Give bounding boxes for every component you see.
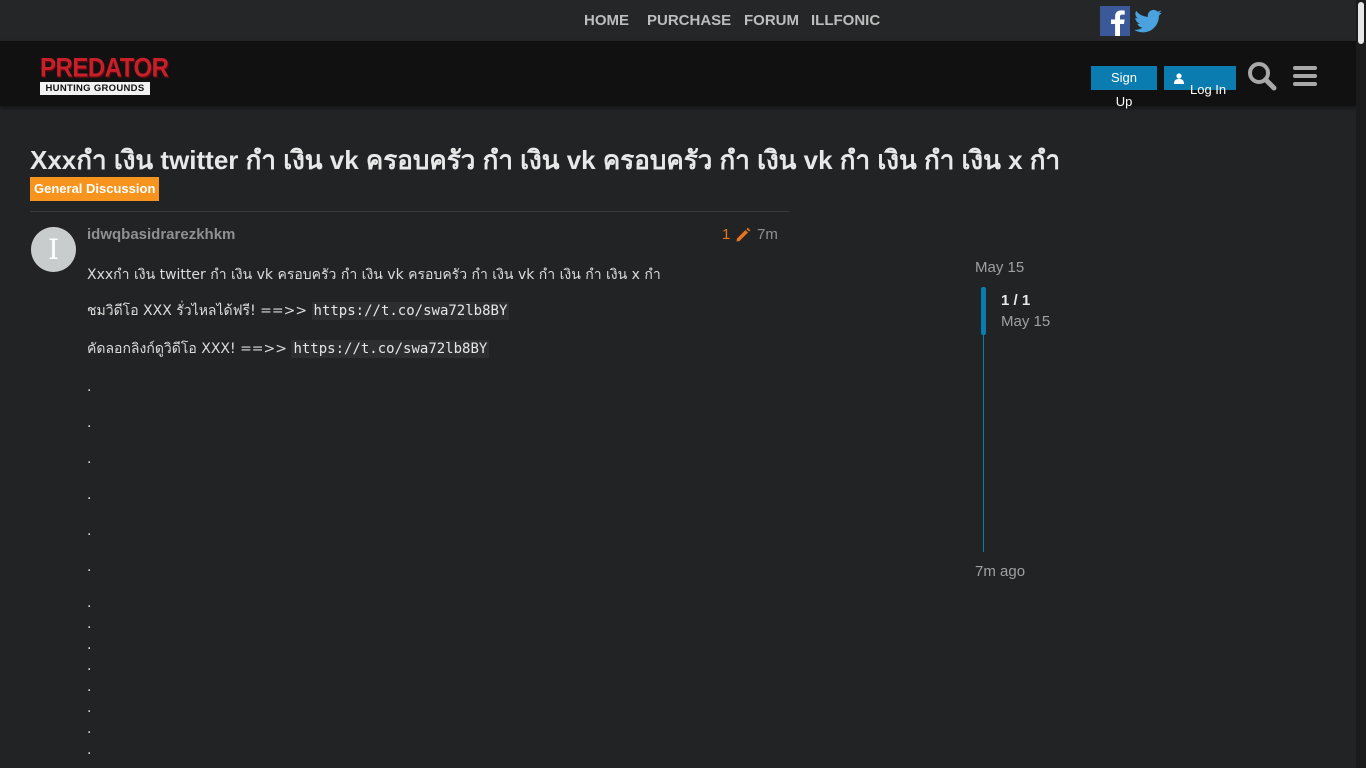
edit-history[interactable]: 1	[722, 226, 751, 243]
timeline-handle[interactable]	[981, 287, 986, 335]
scrollbar-track[interactable]	[1356, 0, 1366, 768]
post-dot: .	[87, 451, 92, 467]
post-dot: .	[87, 523, 92, 539]
pencil-icon	[736, 227, 751, 242]
post-dot: .	[87, 658, 92, 674]
post-line-3-text: คัดลอกลิงก์ดูวิดีโอ XXX! ==>>	[87, 341, 292, 357]
post-username[interactable]: idwqbasidrarezkhkm	[87, 226, 235, 243]
divider	[30, 211, 789, 212]
post-line-1: Xxxกำ เงิน twitter กำ เงิน vk ครอบครัว ก…	[87, 267, 661, 283]
user-icon	[1174, 73, 1184, 84]
log-in-label: Log In	[1190, 82, 1227, 97]
nav-link-purchase[interactable]: PURCHASE	[647, 12, 731, 29]
post-dot: .	[87, 679, 92, 695]
post-line-2: ชมวิดีโอ XXX รั่วไหลได้ฟรี! ==>> https:/…	[87, 300, 510, 322]
scrollbar-thumb[interactable]	[1358, 2, 1364, 44]
avatar[interactable]: I	[31, 227, 76, 272]
post-dot: .	[87, 616, 92, 632]
post-age[interactable]: 7m	[757, 226, 778, 243]
post-dot: .	[87, 415, 92, 431]
top-nav-bar: HOME PURCHASE FORUM ILLFONIC	[0, 0, 1356, 41]
nav-link-home[interactable]: HOME	[584, 12, 629, 29]
post-dot: .	[87, 379, 92, 395]
timeline-start-date[interactable]: May 15	[975, 259, 1024, 276]
post-dot: .	[87, 487, 92, 503]
post-link-2: https://t.co/swa72lb8BY	[291, 340, 490, 358]
post-dot: .	[87, 721, 92, 737]
nav-link-illfonic[interactable]: ILLFONIC	[811, 12, 880, 29]
post-dot: .	[87, 637, 92, 653]
logo-subtitle: HUNTING GROUNDS	[40, 82, 150, 95]
category-badge[interactable]: General Discussion	[30, 177, 160, 201]
post-dot: .	[87, 559, 92, 575]
hamburger-menu-icon[interactable]	[1290, 60, 1320, 92]
log-in-button[interactable]: Log In	[1164, 66, 1236, 97]
site-header: PREDATOR HUNTING GROUNDS Sign Up Log In	[0, 41, 1356, 109]
timeline-post-count: 1 / 1	[1001, 292, 1031, 309]
post-dot: .	[87, 595, 92, 611]
search-icon[interactable]	[1247, 60, 1277, 92]
post-link-1: https://t.co/swa72lb8BY	[311, 302, 510, 320]
post-dot: .	[87, 742, 92, 758]
sign-up-button[interactable]: Sign Up	[1091, 66, 1157, 109]
post-line-3: คัดลอกลิงก์ดูวิดีโอ XXX! ==>> https://t.…	[87, 338, 490, 360]
facebook-icon[interactable]	[1100, 6, 1130, 36]
site-logo[interactable]: PREDATOR HUNTING GROUNDS	[40, 53, 169, 96]
logo-title: PREDATOR	[40, 53, 169, 84]
edit-count: 1	[722, 226, 731, 243]
post-dot: .	[87, 700, 92, 716]
twitter-icon[interactable]	[1133, 6, 1163, 36]
post-line-2-text: ชมวิดีโอ XXX รั่วไหลได้ฟรี! ==>>	[87, 303, 312, 319]
topic-title[interactable]: Xxxกำ เงิน twitter กำ เงิน vk ครอบครัว ก…	[30, 140, 1060, 181]
timeline-current-date: May 15	[1001, 313, 1051, 330]
nav-link-forum[interactable]: FORUM	[744, 12, 799, 29]
timeline-last-activity[interactable]: 7m ago	[975, 563, 1025, 580]
